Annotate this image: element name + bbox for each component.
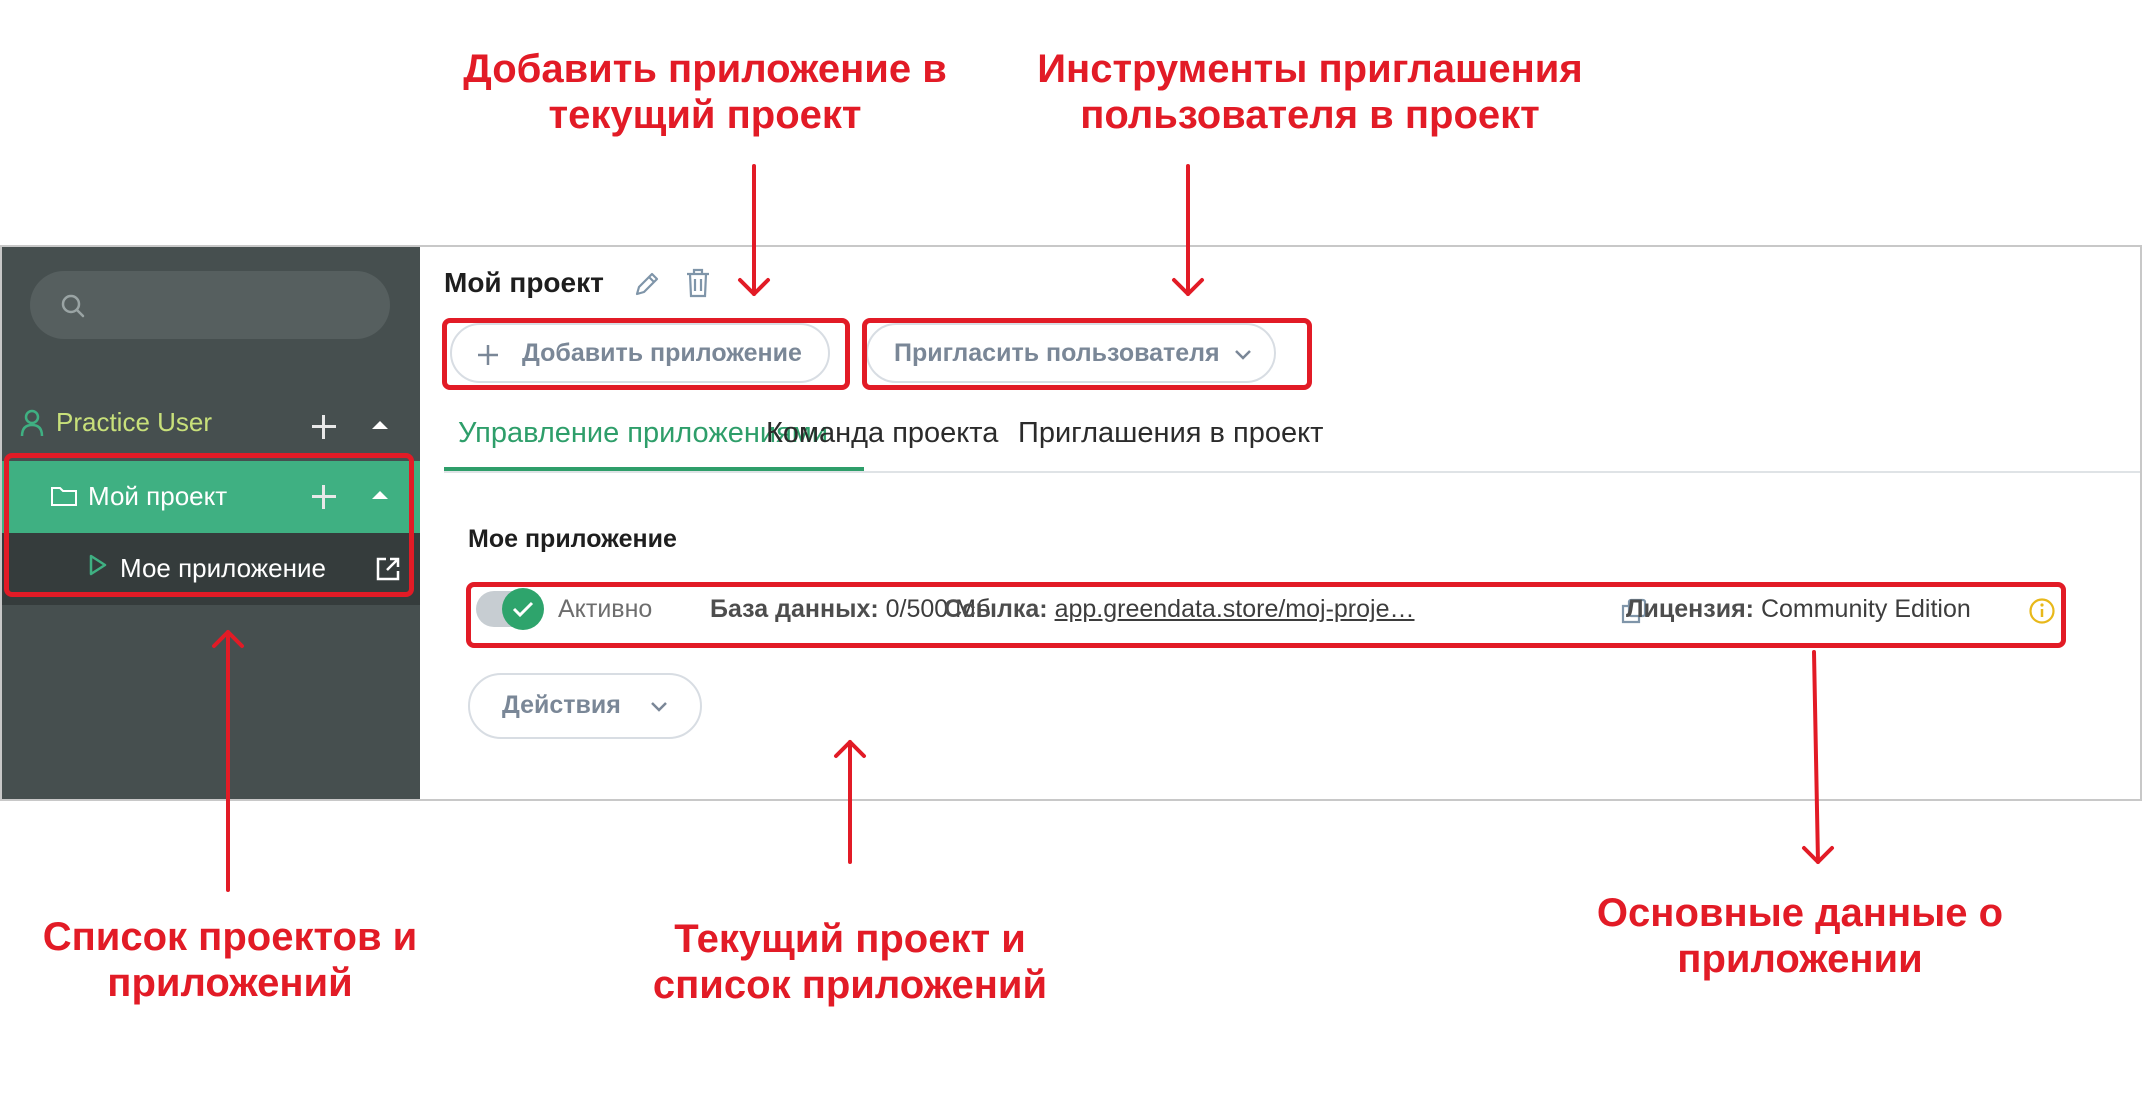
search-icon: [61, 294, 85, 318]
trash-icon[interactable]: [684, 267, 712, 299]
highlight-invite-tools: [862, 318, 1312, 390]
active-tab-indicator: [444, 467, 864, 471]
collapse-user-icon[interactable]: [372, 421, 388, 429]
highlight-projects-list: [4, 453, 414, 597]
sidebar-item-user[interactable]: Practice User: [2, 389, 420, 461]
actions-button[interactable]: Действия: [468, 673, 702, 739]
add-project-button[interactable]: [310, 413, 338, 441]
highlight-app-info: [466, 582, 2066, 648]
chevron-down-icon: [651, 702, 667, 712]
page-title: Мой проект: [444, 267, 604, 298]
sidebar-user-label: Practice User: [56, 407, 213, 437]
annotation-add-app: Добавить приложение в текущий проект: [463, 47, 947, 137]
user-icon: [20, 409, 44, 437]
pencil-icon[interactable]: [632, 269, 662, 299]
actions-label: Действия: [502, 691, 621, 719]
annotation-app-info: Основные данные о приложении: [1596, 891, 2004, 981]
app-card-title: Мое приложение: [468, 525, 677, 553]
annotation-current-project: Текущий проект и список приложений: [652, 917, 1048, 1007]
search-input[interactable]: [30, 271, 390, 339]
tab-project-team[interactable]: Команда проекта: [766, 417, 998, 450]
annotation-projects-list: Список проектов и приложений: [42, 915, 418, 1005]
tab-project-invitations[interactable]: Приглашения в проект: [1018, 417, 1323, 450]
annotation-invite-tools: Инструменты приглашения пользователя в п…: [1037, 47, 1583, 137]
tab-bar: Управление приложениями Команда проекта …: [444, 387, 2140, 473]
highlight-add-app: [442, 318, 850, 390]
